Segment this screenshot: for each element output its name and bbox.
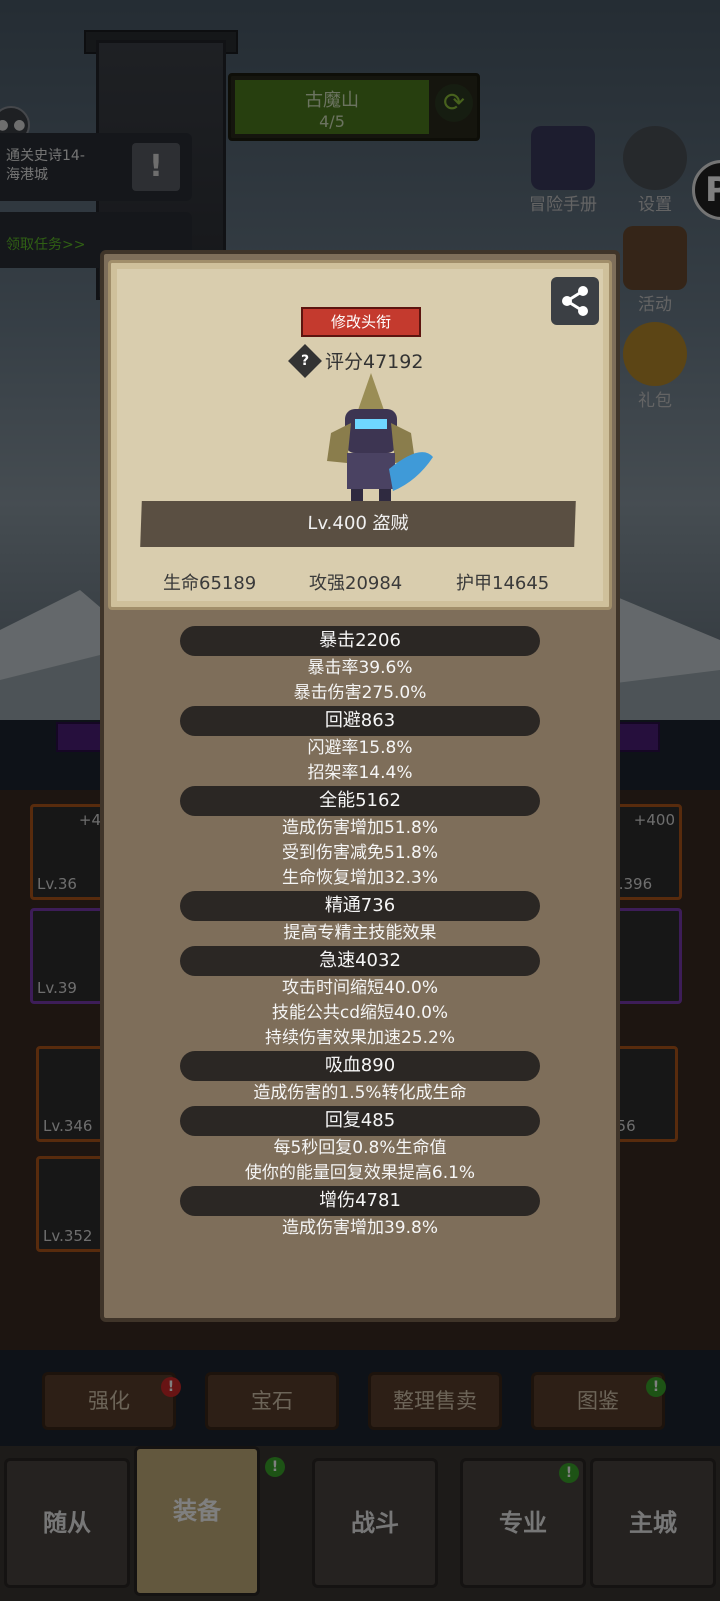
stat-detail: 造成伤害增加39.8% xyxy=(281,1218,438,1238)
character-stats-popup: 修改头衔 ? 评分47192 Lv.400 盗贼 生命65189 攻强20984… xyxy=(100,250,620,1322)
stat-detail: 暴击率39.6% xyxy=(307,658,413,678)
stat-detail: 攻击时间缩短40.0% xyxy=(281,978,438,998)
stat-detail: 闪避率15.8% xyxy=(307,738,413,758)
secondary-stats-list: 暴击2206 暴击率39.6% 暴击伤害275.0% 回避863 闪避率15.8… xyxy=(104,626,616,1241)
stat-detail: 生命恢复增加32.3% xyxy=(281,868,438,888)
stat-detail: 受到伤害减免51.8% xyxy=(281,843,438,863)
stat-detail: 技能公共cd缩短40.0% xyxy=(271,1003,449,1023)
stat-detail: 持续伤害效果加速25.2% xyxy=(264,1028,455,1048)
hp-stat: 生命65189 xyxy=(163,573,257,594)
stat-detail: 造成伤害增加51.8% xyxy=(281,818,438,838)
score-label: 评分47192 xyxy=(325,351,424,373)
stat-damage-bonus: 增伤4781 xyxy=(180,1186,540,1216)
rogue-character-portrait xyxy=(327,373,433,509)
stat-lifesteal: 吸血890 xyxy=(180,1051,540,1081)
stat-versatility: 全能5162 xyxy=(180,786,540,816)
stat-detail: 提高专精主技能效果 xyxy=(283,923,437,943)
stat-detail: 暴击伤害275.0% xyxy=(293,683,427,703)
stat-crit: 暴击2206 xyxy=(180,626,540,656)
level-class-banner: Lv.400 盗贼 xyxy=(140,501,576,547)
stat-detail: 造成伤害的1.5%转化成生命 xyxy=(253,1083,467,1103)
stat-detail: 招架率14.4% xyxy=(307,763,413,783)
character-card: 修改头衔 ? 评分47192 Lv.400 盗贼 生命65189 攻强20984… xyxy=(108,260,612,610)
attack-stat: 攻强20984 xyxy=(309,573,403,594)
stat-detail: 每5秒回复0.8%生命值 xyxy=(273,1138,447,1158)
stat-regen: 回复485 xyxy=(180,1106,540,1136)
stat-haste: 急速4032 xyxy=(180,946,540,976)
edit-title-button[interactable]: 修改头衔 xyxy=(301,307,421,337)
stat-avoidance: 回避863 xyxy=(180,706,540,736)
armor-stat: 护甲14645 xyxy=(456,573,550,594)
stat-detail: 使你的能量回复效果提高6.1% xyxy=(244,1163,476,1183)
stat-mastery: 精通736 xyxy=(180,891,540,921)
share-icon xyxy=(562,286,588,316)
share-button[interactable] xyxy=(551,277,599,325)
